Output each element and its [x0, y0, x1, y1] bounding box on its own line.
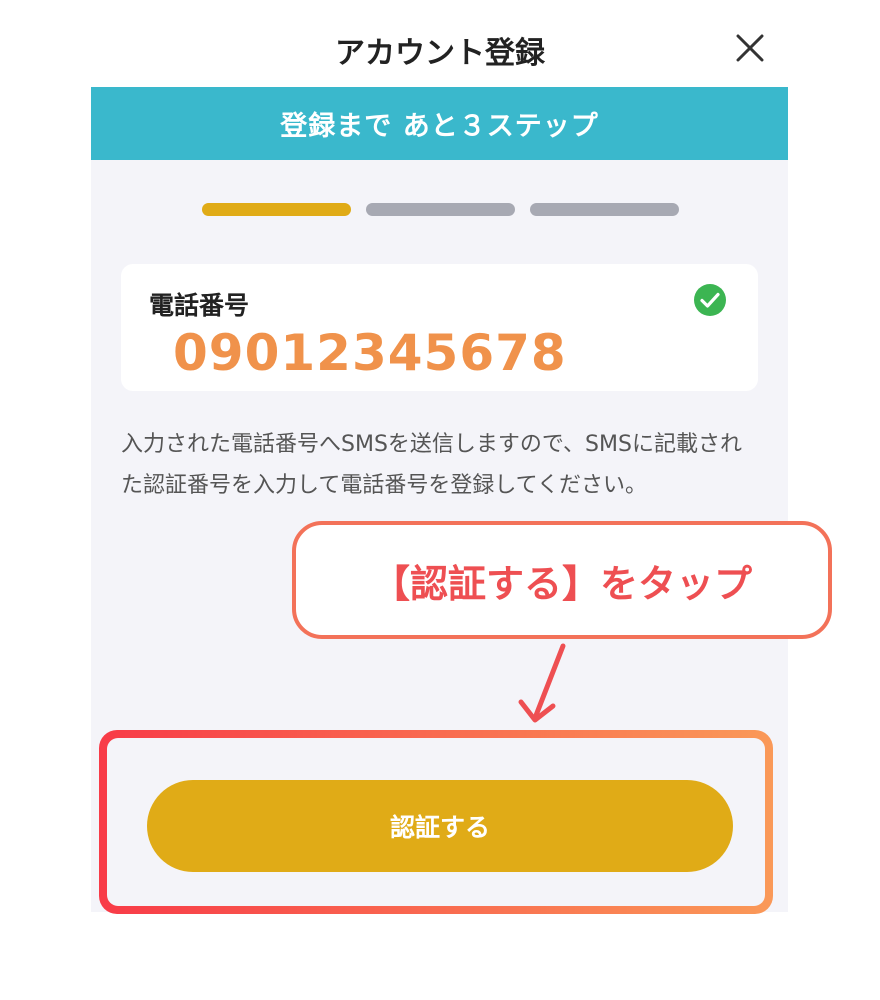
progress-step-3	[530, 203, 679, 216]
verify-button[interactable]: 認証する	[147, 780, 733, 872]
progress-step-2	[366, 203, 515, 216]
progress-step-1	[202, 203, 351, 216]
check-circle-icon	[694, 284, 726, 316]
arrow-icon	[518, 643, 566, 723]
sms-instruction-text: 入力された電話番号へSMSを送信しますので、SMSに記載された認証番号を入力して…	[121, 432, 742, 498]
step-progress	[202, 203, 679, 216]
phone-number-label: 電話番号	[149, 291, 250, 320]
account-registration-screen: アカウント登録 登録まで あと３ステップ 電話番号 09012345678 入力…	[0, 0, 880, 1000]
callout-text: 【認証する】をタップ	[371, 561, 752, 606]
steps-remaining-banner: 登録まで あと３ステップ	[91, 87, 788, 160]
close-button[interactable]	[730, 28, 770, 68]
phone-number-card: 電話番号 09012345678	[121, 264, 758, 391]
tap-instruction-callout: 【認証する】をタップ	[292, 521, 832, 639]
phone-number-value: 09012345678	[173, 324, 567, 382]
close-icon	[736, 34, 764, 62]
